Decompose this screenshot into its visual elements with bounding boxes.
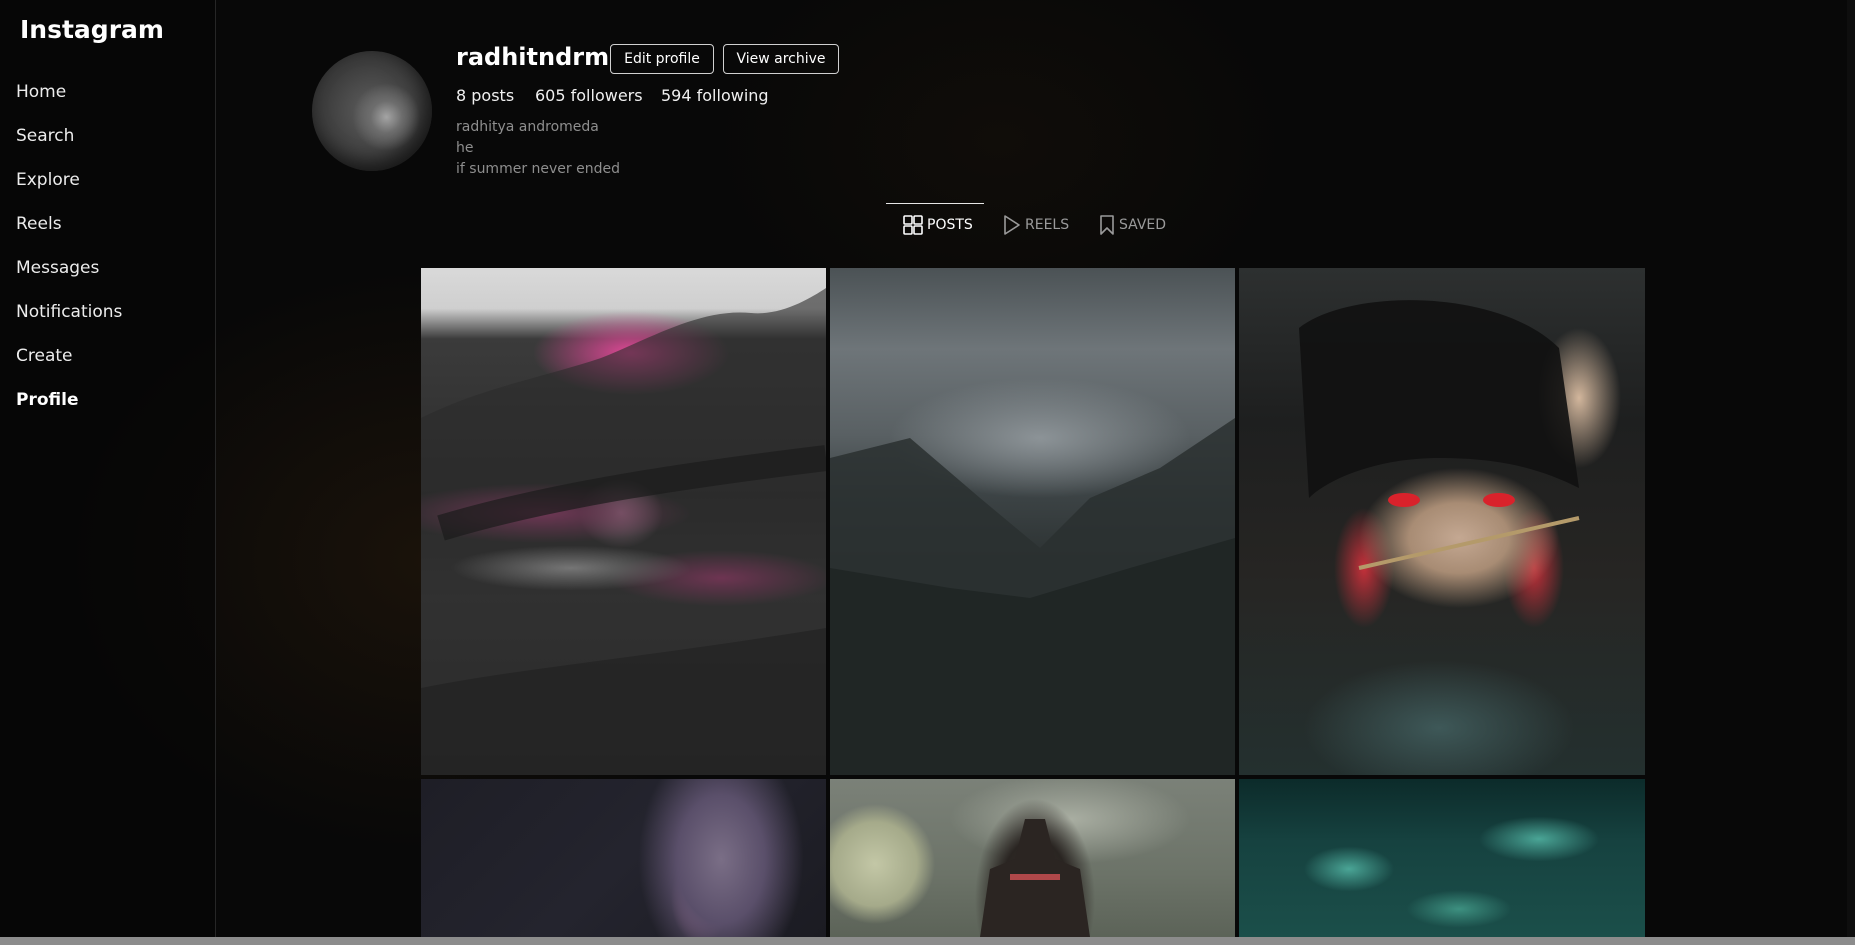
view-archive-button[interactable]: View archive — [723, 44, 839, 74]
grid-icon — [903, 215, 923, 235]
tab-posts-label: POSTS — [927, 217, 973, 233]
tab-reels-label: REELS — [1025, 217, 1070, 233]
active-tab-indicator — [886, 203, 984, 204]
posts-count: 8 posts — [456, 86, 515, 105]
bio-name: radhitya andromeda — [456, 119, 599, 135]
profile-username: radhitndrm — [456, 43, 610, 71]
post-thumbnail[interactable] — [830, 268, 1235, 775]
sidebar-item-explore[interactable]: Explore — [16, 166, 201, 194]
sidebar: Instagram Home Search Explore Reels Mess… — [0, 0, 216, 937]
bio-pronouns: he — [456, 140, 474, 156]
followers-count[interactable]: 605 followers — [535, 86, 643, 105]
avatar[interactable] — [312, 51, 432, 171]
bookmark-icon — [1099, 215, 1115, 235]
following-count[interactable]: 594 following — [661, 86, 769, 105]
tab-reels[interactable]: REELS — [1003, 210, 1069, 240]
tab-saved-label: SAVED — [1119, 217, 1167, 233]
tab-posts[interactable]: POSTS — [903, 210, 973, 240]
horizontal-scrollbar[interactable] — [0, 937, 1855, 945]
sidebar-item-profile[interactable]: Profile — [16, 386, 201, 414]
post-thumbnail[interactable] — [1239, 779, 1645, 937]
sidebar-item-search[interactable]: Search — [16, 122, 201, 150]
sidebar-item-home[interactable]: Home — [16, 78, 201, 106]
bio-text: if summer never ended — [456, 161, 620, 177]
sidebar-item-messages[interactable]: Messages — [16, 254, 201, 282]
tab-saved[interactable]: SAVED — [1099, 210, 1166, 240]
window-edge — [1847, 0, 1855, 937]
play-icon — [1003, 215, 1021, 235]
sidebar-item-reels[interactable]: Reels — [16, 210, 201, 238]
sidebar-item-notifications[interactable]: Notifications — [16, 298, 201, 326]
sidebar-item-create[interactable]: Create — [16, 342, 201, 370]
instagram-logo[interactable]: Instagram — [20, 15, 164, 44]
post-thumbnail[interactable] — [830, 779, 1235, 937]
post-thumbnail[interactable] — [421, 268, 826, 775]
post-thumbnail[interactable] — [1239, 268, 1645, 775]
post-thumbnail[interactable] — [421, 779, 826, 937]
edit-profile-button[interactable]: Edit profile — [610, 44, 714, 74]
